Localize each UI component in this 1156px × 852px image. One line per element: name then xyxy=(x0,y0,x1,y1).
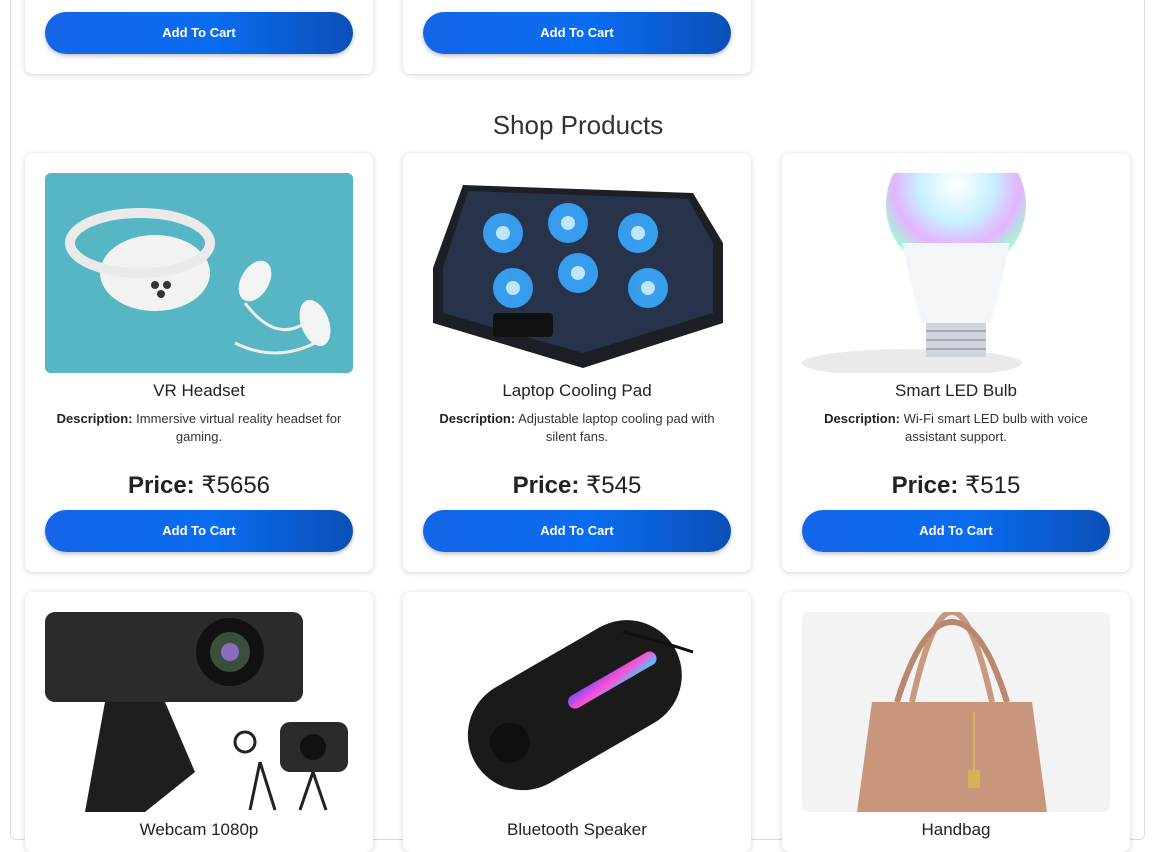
currency-symbol: ₹ xyxy=(201,472,217,499)
description-label: Description: xyxy=(56,411,133,426)
price-label: Price: xyxy=(891,472,959,499)
product-image-bluetooth-speaker xyxy=(423,612,731,812)
price-value: 515 xyxy=(980,472,1021,499)
price-label: Price: xyxy=(512,472,580,499)
product-card-top-1: Add To Cart xyxy=(25,0,373,74)
product-price: Price: ₹515 xyxy=(782,471,1130,500)
product-name: Webcam 1080p xyxy=(139,820,259,839)
product-name: Laptop Cooling Pad xyxy=(502,381,652,400)
product-name: Smart LED Bulb xyxy=(895,381,1017,400)
product-name: Bluetooth Speaker xyxy=(507,820,647,839)
add-to-cart-button[interactable]: Add To Cart xyxy=(45,510,353,552)
add-to-cart-button[interactable]: Add To Cart xyxy=(45,12,353,54)
add-to-cart-button[interactable]: Add To Cart xyxy=(423,510,731,552)
description-label: Description: xyxy=(824,411,900,426)
product-card-top-2: Add To Cart xyxy=(403,0,751,74)
product-image-webcam xyxy=(45,612,353,812)
product-card: Bluetooth Speaker xyxy=(403,592,751,852)
currency-symbol: ₹ xyxy=(586,472,602,499)
product-card: Laptop Cooling Pad Description: Adjustab… xyxy=(403,153,751,572)
product-description: Description: Adjustable laptop cooling p… xyxy=(431,410,723,446)
description-label: Description: xyxy=(439,411,516,426)
product-price: Price: ₹545 xyxy=(403,471,751,500)
price-value: 5656 xyxy=(216,472,271,499)
description-text: Adjustable laptop cooling pad with silen… xyxy=(518,411,715,444)
product-image-handbag xyxy=(802,612,1110,812)
product-description: Description: Immersive virtual reality h… xyxy=(53,410,345,446)
currency-symbol: ₹ xyxy=(965,472,981,499)
product-image-vr-headset xyxy=(45,173,353,373)
description-text: Immersive virtual reality headset for ga… xyxy=(136,411,342,444)
product-image-smart-led-bulb xyxy=(802,173,1110,373)
product-name: Handbag xyxy=(921,820,991,839)
product-price: Price: ₹5656 xyxy=(25,471,373,500)
product-card: Handbag xyxy=(782,592,1130,852)
description-text: Wi-Fi smart LED bulb with voice assistan… xyxy=(903,411,1088,444)
product-description: Description: Wi-Fi smart LED bulb with v… xyxy=(810,410,1102,446)
product-name: VR Headset xyxy=(153,381,245,400)
add-to-cart-button[interactable]: Add To Cart xyxy=(423,12,731,54)
product-card: VR Headset Description: Immersive virtua… xyxy=(25,153,373,572)
product-image-laptop-cooling-pad xyxy=(423,173,731,373)
price-value: 545 xyxy=(601,472,642,499)
product-card: Webcam 1080p xyxy=(25,592,373,852)
product-card: Smart LED Bulb Description: Wi-Fi smart … xyxy=(782,153,1130,572)
add-to-cart-button[interactable]: Add To Cart xyxy=(802,510,1110,552)
price-label: Price: xyxy=(127,472,195,499)
section-title: Shop Products xyxy=(492,110,664,140)
